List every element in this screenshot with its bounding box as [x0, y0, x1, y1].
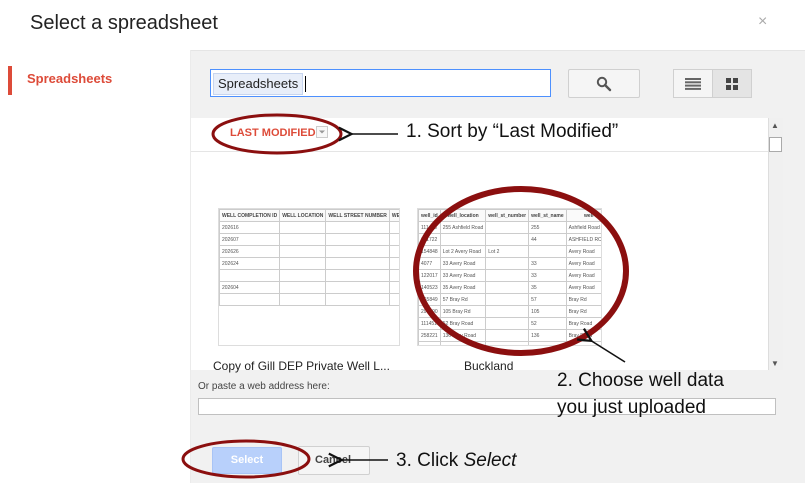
annotation-step1: 1. Sort by “Last Modified”: [406, 121, 619, 142]
annotation-arrow-data: [590, 340, 626, 363]
annotation-ellipse-select: [181, 439, 311, 479]
annotation-step3-prefix: 3. Click: [396, 450, 464, 471]
annotation-step3: 3. Click Select: [396, 450, 516, 472]
annotation-ellipse-buckland: [413, 186, 629, 356]
annotation-ellipse-sort: [211, 113, 343, 155]
annotation-step3-emph: Select: [463, 450, 517, 471]
annotation-step2-line1: 2. Choose well data: [557, 370, 724, 391]
annotation-step2-line2: you just uploaded: [557, 397, 706, 418]
